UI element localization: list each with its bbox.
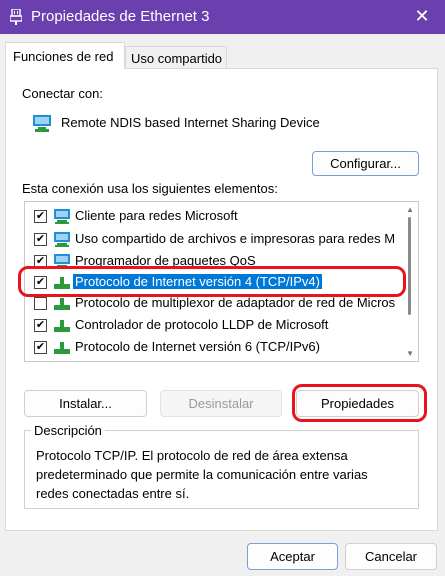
title-bar: Propiedades de Ethernet 3 ✕ [0, 0, 445, 34]
file-sharing-icon [54, 232, 70, 247]
list-item-label: Programador de paquetes QoS [75, 253, 256, 268]
components-list[interactable]: ✔ Cliente para redes Microsoft ✔ Uso com… [24, 201, 419, 362]
tab-funciones-de-red[interactable]: Funciones de red [5, 42, 125, 69]
list-item[interactable]: ✔ Cliente para redes Microsoft [25, 206, 397, 227]
accept-button[interactable]: Aceptar [247, 543, 338, 570]
protocol-icon [54, 277, 70, 289]
checkbox[interactable]: ✔ [34, 255, 47, 268]
device-name: Remote NDIS based Internet Sharing Devic… [61, 115, 320, 130]
protocol-icon [54, 298, 70, 310]
connect-label: Conectar con: [22, 86, 103, 101]
description-title: Descripción [31, 423, 105, 438]
network-adapter-icon [10, 9, 22, 25]
window-title: Propiedades de Ethernet 3 [31, 8, 210, 25]
checkbox[interactable]: ✔ [34, 319, 47, 332]
description-line: Protocolo TCP/IP. El protocolo de red de… [36, 448, 348, 463]
tab-uso-compartido[interactable]: Uso compartido [125, 46, 227, 69]
checkbox-unchecked[interactable] [34, 297, 47, 310]
protocol-icon [54, 320, 70, 332]
client-network-icon [54, 209, 70, 224]
properties-button[interactable]: Propiedades [296, 390, 419, 417]
description-line: redes conectadas entre sí. [36, 486, 190, 501]
list-item-label: Protocolo de multiplexor de adaptador de… [75, 295, 396, 310]
description-line: predeterminado que permite la comunicaci… [36, 467, 368, 482]
components-label: Esta conexión usa los siguientes element… [22, 181, 278, 196]
list-item-label: Controlador de protocolo LLDP de Microso… [75, 317, 329, 332]
checkbox[interactable]: ✔ [34, 341, 47, 354]
uninstall-button: Desinstalar [160, 390, 282, 417]
close-button[interactable]: ✕ [399, 0, 445, 34]
list-item-label: Uso compartido de archivos e impresoras … [75, 231, 396, 246]
checkbox[interactable]: ✔ [34, 233, 47, 246]
protocol-icon [54, 342, 70, 354]
list-item[interactable]: ✔ Protocolo de Internet versión 6 (TCP/I… [25, 337, 397, 358]
cancel-button[interactable]: Cancelar [345, 543, 437, 570]
network-device-icon [33, 115, 51, 132]
list-item[interactable]: Protocolo de multiplexor de adaptador de… [25, 293, 397, 314]
list-item[interactable]: ✔ Controlador de protocolo LLDP de Micro… [25, 315, 397, 336]
checkbox[interactable]: ✔ [34, 276, 47, 289]
configure-button[interactable]: Configurar... [312, 151, 419, 176]
list-scrollbar[interactable]: ▲ ▼ [400, 202, 418, 361]
scroll-up-icon[interactable]: ▲ [406, 205, 414, 214]
list-item-label: Protocolo de Internet versión 4 (TCP/IPv… [73, 274, 322, 289]
list-item[interactable]: ✔ Uso compartido de archivos e impresora… [25, 229, 397, 250]
scroll-thumb[interactable] [408, 217, 411, 315]
scroll-down-icon[interactable]: ▼ [406, 349, 414, 358]
checkbox[interactable]: ✔ [34, 210, 47, 223]
list-item-label: Protocolo de Internet versión 6 (TCP/IPv… [75, 339, 320, 354]
list-item[interactable]: ✔ Programador de paquetes QoS [25, 251, 397, 272]
list-item-selected[interactable]: ✔ Protocolo de Internet versión 4 (TCP/I… [25, 272, 397, 293]
install-button[interactable]: Instalar... [24, 390, 147, 417]
service-icon [54, 254, 70, 269]
description-text: Protocolo TCP/IP. El protocolo de red de… [36, 446, 406, 503]
list-item-label: Cliente para redes Microsoft [75, 208, 238, 223]
